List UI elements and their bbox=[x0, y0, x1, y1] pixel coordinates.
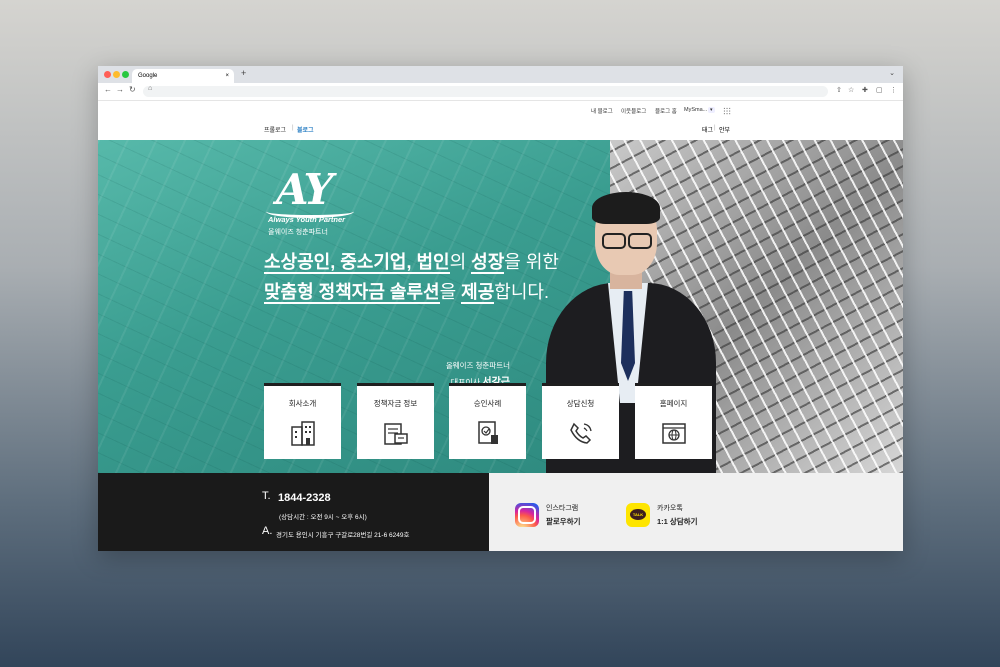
extensions-icon[interactable]: ✚ bbox=[862, 86, 868, 94]
instagram-label[interactable]: 인스타그램 bbox=[546, 503, 578, 513]
phone-icon bbox=[569, 422, 592, 444]
subnav-divider: | bbox=[714, 125, 716, 131]
kakaotalk-consult-link[interactable]: 1:1 상담하기 bbox=[657, 516, 698, 527]
apps-grid-icon[interactable] bbox=[723, 107, 731, 115]
tab-search-icon[interactable]: ⌄ bbox=[889, 69, 895, 77]
web-browser-icon bbox=[661, 423, 686, 444]
bookmark-star-icon[interactable]: ☆ bbox=[848, 86, 854, 94]
menu-approval-cases[interactable]: 승인사례 bbox=[449, 383, 526, 459]
logo-english-name: Always Youth Partner bbox=[268, 215, 346, 224]
certificate-icon bbox=[477, 421, 498, 444]
minimize-window-button[interactable] bbox=[113, 71, 120, 78]
headline-text: 의 bbox=[449, 252, 472, 272]
kakaotalk-label[interactable]: 카카오톡 bbox=[657, 503, 683, 513]
prologue-link[interactable]: 프롤로그 bbox=[264, 125, 286, 134]
address-label: A. bbox=[262, 525, 273, 537]
portrait-glasses bbox=[628, 233, 652, 249]
building-icon bbox=[290, 421, 315, 446]
blog-subnav: 프롤로그 | 블로그 태그 | 안부 bbox=[98, 119, 903, 140]
logo-korean-name: 올웨이즈 청춘파트너 bbox=[268, 229, 328, 236]
browser-tab[interactable]: Google × bbox=[132, 69, 234, 83]
tag-link[interactable]: 태그 bbox=[702, 125, 713, 134]
address-text: 경기도 용인시 기흥구 구갈로28번길 21-6 6249호 bbox=[276, 532, 410, 539]
menu-label: 회사소개 bbox=[288, 399, 317, 408]
forward-icon[interactable]: → bbox=[116, 85, 124, 94]
document-screen-icon bbox=[383, 423, 408, 445]
menu-kebab-icon[interactable]: ⋮ bbox=[890, 86, 897, 94]
phone-number[interactable]: 1844-2328 bbox=[278, 492, 331, 504]
menu-homepage[interactable]: 홈페이지 bbox=[635, 383, 712, 459]
consultation-hours: (상담시간 : 오전 9시 ~ 오후 6시) bbox=[279, 514, 367, 521]
browser-window: Google × + ⌄ ← → ↻ ⌂ ⇧ ☆ ✚ ▢ ⋮ 내 블로그 이웃블… bbox=[98, 66, 903, 551]
headline-emphasis: 제공 bbox=[461, 282, 495, 304]
browser-toolbar: ← → ↻ ⌂ ⇧ ☆ ✚ ▢ ⋮ bbox=[98, 83, 903, 101]
headline-emphasis: 성장 bbox=[471, 252, 505, 274]
back-icon[interactable]: ← bbox=[104, 85, 112, 94]
instagram-icon[interactable] bbox=[515, 503, 539, 527]
blog-page: 내 블로그 이웃블로그 블로그 홈 MySma... ▾ 프롤로그 | 블로그 … bbox=[98, 101, 903, 551]
user-menu-toggle-icon[interactable]: ▾ bbox=[708, 107, 715, 113]
menu-label: 승인사례 bbox=[473, 399, 502, 408]
top-navigation: 내 블로그 이웃블로그 블로그 홈 MySma... ▾ bbox=[98, 101, 903, 119]
headline-line-2: 맞춤형 정책자금 솔루션을 제공합니다. bbox=[264, 277, 559, 307]
ceo-company: 올웨이즈 청춘파트너 bbox=[445, 361, 510, 370]
lock-icon: ⌂ bbox=[148, 85, 153, 92]
address-bar[interactable]: ⌂ bbox=[143, 85, 828, 97]
guestbook-link[interactable]: 안부 bbox=[719, 125, 730, 134]
headline-emphasis: 맞춤형 정책자금 솔루션 bbox=[264, 282, 440, 304]
menu-consultation[interactable]: 상담신청 bbox=[542, 383, 619, 459]
user-menu[interactable]: MySma... bbox=[684, 107, 707, 113]
reload-icon[interactable]: ↻ bbox=[129, 85, 136, 94]
social-footer: 인스타그램 팔로우하기 TALK 카카오톡 1:1 상담하기 bbox=[489, 473, 903, 551]
contact-footer: T. 1844-2328 (상담시간 : 오전 9시 ~ 오후 6시) A. 경… bbox=[98, 473, 489, 551]
phone-label: T. bbox=[262, 490, 271, 502]
kakaotalk-icon[interactable]: TALK bbox=[626, 503, 650, 527]
blog-home-link[interactable]: 블로그 홈 bbox=[655, 107, 677, 115]
menu-policy-funds[interactable]: 정책자금 정보 bbox=[357, 383, 434, 459]
portrait-glasses bbox=[602, 233, 626, 249]
tab-bar: Google × + ⌄ bbox=[98, 66, 903, 83]
my-blog-link[interactable]: 내 블로그 bbox=[591, 107, 613, 115]
maximize-window-button[interactable] bbox=[122, 71, 129, 78]
kakaotalk-bubble: TALK bbox=[630, 509, 646, 520]
menu-label: 홈페이지 bbox=[659, 399, 688, 408]
subnav-divider: | bbox=[292, 125, 294, 131]
instagram-follow-link[interactable]: 팔로우하기 bbox=[546, 516, 581, 527]
menu-label: 정책자금 정보 bbox=[373, 399, 418, 408]
headline-emphasis: 소상공인, 중소기업, 법인 bbox=[264, 252, 450, 274]
tab-title: Google bbox=[138, 73, 158, 79]
menu-company-intro[interactable]: 회사소개 bbox=[264, 383, 341, 459]
tab-close-icon[interactable]: × bbox=[225, 69, 229, 83]
headline-line-1: 소상공인, 중소기업, 법인의 성장을 위한 bbox=[264, 247, 559, 277]
new-tab-button[interactable]: + bbox=[241, 68, 246, 78]
menu-label: 상담신청 bbox=[566, 399, 595, 408]
share-icon[interactable]: ⇧ bbox=[836, 86, 842, 94]
blog-link[interactable]: 블로그 bbox=[297, 125, 314, 134]
hero-banner: AY Always Youth Partner 올웨이즈 청춘파트너 소상공인,… bbox=[98, 140, 903, 473]
sidebar-icon[interactable]: ▢ bbox=[876, 86, 883, 94]
close-window-button[interactable] bbox=[104, 71, 111, 78]
neighbor-blog-link[interactable]: 이웃블로그 bbox=[621, 107, 646, 115]
portrait-hair bbox=[592, 192, 660, 224]
hero-headline: 소상공인, 중소기업, 법인의 성장을 위한 맞춤형 정책자금 솔루션을 제공합… bbox=[264, 247, 559, 307]
headline-text: 을 bbox=[439, 282, 462, 302]
instagram-frame bbox=[518, 506, 536, 524]
company-logo: AY Always Youth Partner 올웨이즈 청춘파트너 bbox=[266, 165, 386, 240]
